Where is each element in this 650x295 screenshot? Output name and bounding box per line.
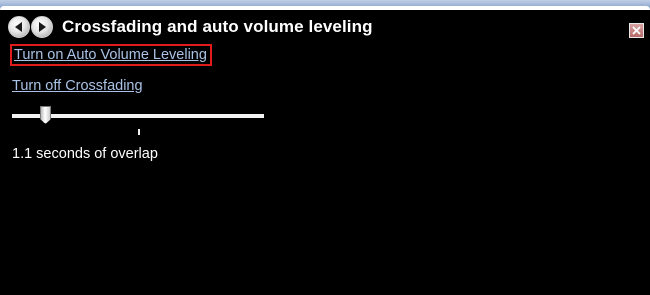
overlap-status-text: 1.1 seconds of overlap — [12, 146, 158, 162]
panel-header: Crossfading and auto volume leveling — [8, 15, 644, 41]
crossfading-toggle-link[interactable]: Turn off Crossfading — [12, 78, 143, 94]
back-button[interactable] — [8, 16, 30, 38]
close-icon — [632, 22, 641, 40]
panel-title: Crossfading and auto volume leveling — [62, 17, 373, 36]
slider-thumb[interactable] — [40, 106, 51, 124]
forward-button[interactable] — [31, 16, 53, 38]
slider-default-mark — [138, 129, 140, 135]
close-button[interactable] — [629, 23, 644, 38]
crossfading-panel: Crossfading and auto volume leveling Tur… — [0, 10, 650, 295]
auto-volume-leveling-link[interactable]: Turn on Auto Volume Leveling — [10, 44, 212, 66]
back-arrow-icon — [14, 21, 24, 33]
forward-arrow-icon — [37, 21, 47, 33]
window-frame-top — [0, 0, 650, 10]
overlap-slider[interactable] — [12, 106, 264, 135]
